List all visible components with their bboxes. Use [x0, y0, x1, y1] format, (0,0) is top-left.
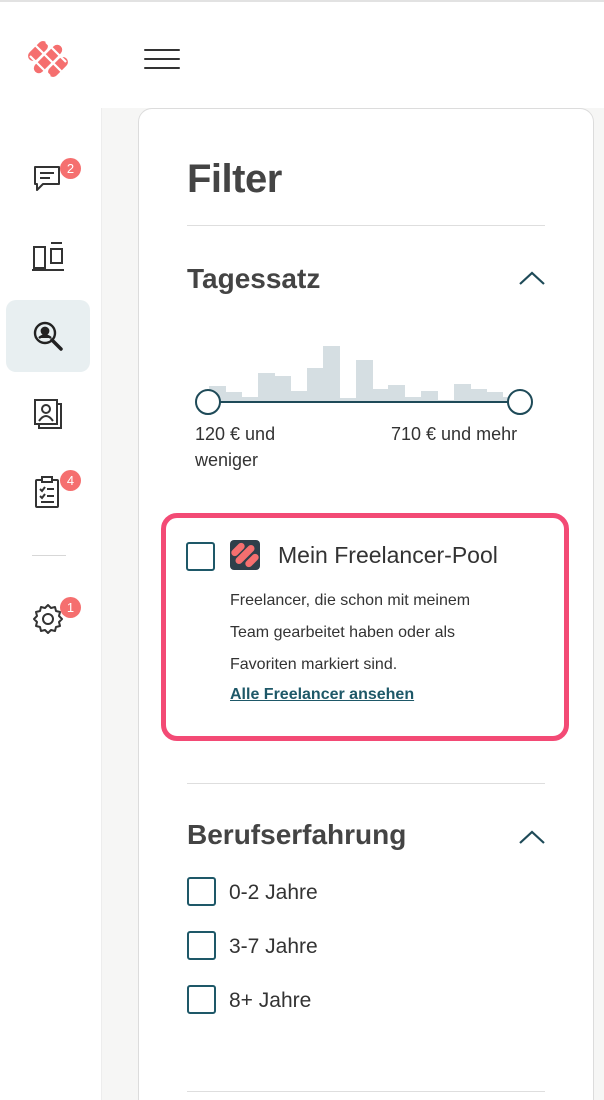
sidebar-item-search[interactable]: [6, 300, 90, 372]
divider: [187, 783, 545, 784]
pool-desc-line1: Freelancer, die schon mit meinem: [230, 592, 471, 609]
filter-panel: Filter Tagessatz 120 € und weniger 710 €…: [138, 108, 594, 1100]
rate-min-label-line1: 120 € und: [195, 424, 276, 444]
experience-section-title: Berufserfahrung: [187, 819, 407, 850]
experience-option-label: 0-2 Jahre: [229, 881, 318, 904]
divider: [187, 1091, 545, 1092]
view-all-freelancers-link[interactable]: Alle Freelancer ansehen: [230, 686, 414, 704]
hamburger-menu-icon[interactable]: [144, 47, 180, 71]
rate-min-label: 120 € und weniger: [195, 421, 275, 473]
dashboard-icon: [32, 242, 64, 271]
search-icon: [33, 321, 63, 351]
sidebar-divider: [32, 555, 66, 556]
experience-checkbox-3-7[interactable]: [187, 931, 216, 960]
pool-desc-line2: Team gearbeitet haben oder als: [230, 624, 456, 641]
rate-max-label: 710 € und mehr: [391, 424, 518, 444]
freelancer-pool-box: Mein Freelancer-Pool Freelancer, die sch…: [161, 513, 569, 741]
experience-option-label: 8+ Jahre: [229, 989, 312, 1012]
sidebar-item-messages[interactable]: 2: [6, 142, 90, 214]
pool-title: Mein Freelancer-Pool: [278, 542, 498, 568]
chevron-up-icon[interactable]: [517, 827, 547, 847]
histogram-bar: [355, 360, 373, 403]
pool-logo-icon: [230, 540, 260, 570]
histogram-bar: [323, 346, 341, 403]
messages-badge: 2: [60, 158, 81, 179]
divider: [187, 225, 545, 226]
rate-min-label-line2: weniger: [195, 450, 259, 470]
settings-badge: 1: [60, 597, 81, 618]
pool-desc-line3: Favoriten markiert sind.: [230, 656, 398, 673]
chevron-up-icon[interactable]: [517, 268, 547, 288]
pool-checkbox[interactable]: [186, 542, 215, 571]
sidebar-item-contacts[interactable]: [6, 378, 90, 450]
rate-slider-min-handle[interactable]: [195, 389, 221, 415]
rate-slider-track[interactable]: [209, 401, 521, 403]
sidebar-item-dashboard[interactable]: [6, 220, 90, 292]
experience-option-label: 3-7 Jahre: [229, 935, 318, 958]
experience-checkbox-0-2[interactable]: [187, 877, 216, 906]
histogram-bar: [257, 373, 275, 403]
rate-section-title: Tagessatz: [187, 263, 321, 294]
rate-histogram: [209, 339, 539, 403]
filter-title: Filter: [187, 157, 282, 201]
tasks-badge: 4: [60, 470, 81, 491]
histogram-bar: [274, 376, 292, 403]
sidebar-item-tasks[interactable]: 4: [6, 456, 90, 528]
histogram-bar: [306, 368, 324, 403]
contacts-icon: [34, 399, 62, 429]
top-bar: [0, 0, 604, 108]
brand-logo-icon[interactable]: [24, 36, 72, 82]
sidebar-item-settings[interactable]: 1: [6, 583, 90, 655]
experience-checkbox-8-plus[interactable]: [187, 985, 216, 1014]
rate-slider-max-handle[interactable]: [507, 389, 533, 415]
